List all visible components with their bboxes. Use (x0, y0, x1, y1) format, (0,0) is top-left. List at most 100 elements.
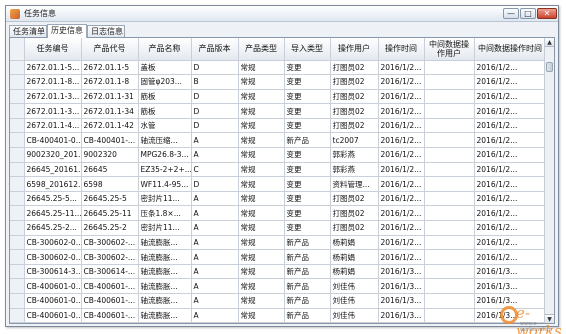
cell-import-type[interactable]: 新产品 (284, 132, 331, 149)
cell-import-type[interactable]: 新产品 (284, 293, 331, 309)
cell-mid-data-time[interactable]: 2016/1/2... (474, 89, 547, 105)
cell-product-code[interactable]: CB-300602-... (81, 235, 139, 251)
cell-product-name[interactable]: MPG26.8-3... (138, 147, 192, 163)
cell-mid-data-time[interactable]: 2016/1/2... (474, 162, 547, 178)
cell-mid-data-time[interactable]: 2016/1/2... (474, 205, 547, 222)
row-header[interactable] (10, 191, 25, 207)
table-row[interactable]: CB-300602-0... CB-300602-... 轴流膨胀... A 常规 新产品… (10, 235, 547, 251)
cell-product-code[interactable]: CB-400601-... (81, 293, 139, 309)
tab-history[interactable]: 历史信息 (47, 24, 87, 38)
row-header[interactable] (10, 176, 25, 192)
tab-log[interactable]: 日志信息 (87, 25, 125, 37)
cell-product-version[interactable]: D (191, 118, 239, 134)
cell-mid-data-time[interactable]: 2016/1/2... (474, 235, 547, 251)
table-row[interactable]: 2672.01.1-8... 2672.01.1-8 固管φ203... B 常规 变更打… (10, 74, 547, 90)
cell-task-id[interactable]: CB-400601-0... (24, 308, 82, 323)
cell-task-id[interactable]: CB-300602-0... (24, 249, 82, 265)
cell-product-type[interactable]: 常规 (238, 293, 285, 309)
row-header[interactable] (10, 74, 25, 90)
cell-operation-time[interactable]: 2016/1/3... (378, 293, 425, 309)
col-header-mid-data-time[interactable]: 中间数据操作时间 (474, 38, 547, 61)
cell-task-id[interactable]: 2672.01.1-4... (24, 118, 82, 134)
cell-operation-time[interactable]: 2016/1/2... (378, 74, 425, 90)
cell-mid-data-operator[interactable] (424, 235, 475, 251)
cell-product-version[interactable]: A (191, 235, 239, 251)
cell-product-name[interactable]: 轴流膨胀... (138, 235, 192, 251)
cell-import-type[interactable]: 变更 (284, 205, 331, 222)
cell-product-name[interactable]: 轴流压缩... (138, 132, 192, 149)
cell-import-type[interactable]: 变更 (284, 118, 331, 134)
cell-operator[interactable]: tc2007 (330, 132, 379, 149)
cell-task-id[interactable]: 2672.01.1-3... (24, 89, 82, 105)
cell-product-type[interactable]: 常规 (238, 162, 285, 178)
cell-mid-data-operator[interactable] (424, 74, 475, 90)
cell-mid-data-operator[interactable] (424, 162, 475, 178)
cell-product-code[interactable]: CB-300602-... (81, 249, 139, 265)
cell-import-type[interactable]: 新产品 (284, 308, 331, 323)
cell-product-name[interactable]: 轴流膨胀... (138, 264, 192, 280)
cell-mid-data-time[interactable]: 2016/1/2... (474, 147, 547, 163)
cell-product-version[interactable]: A (191, 147, 239, 163)
cell-import-type[interactable]: 变更 (284, 103, 331, 119)
cell-import-type[interactable]: 变更 (284, 89, 331, 105)
close-button[interactable]: ✕ (537, 8, 557, 19)
col-header-mid-data-operator[interactable]: 中间数据操作用户 (424, 38, 475, 61)
cell-product-type[interactable]: 常规 (238, 103, 285, 119)
cell-product-type[interactable]: 常规 (238, 176, 285, 192)
table-row[interactable]: 26645.25-11... 26645.25-11 压条1.8×... A 常规 变更打… (10, 205, 547, 222)
cell-product-type[interactable]: 常规 (238, 308, 285, 323)
vertical-scrollbar[interactable]: ▲ ▼ (544, 38, 554, 323)
cell-operation-time[interactable]: 2016/1/2... (378, 89, 425, 105)
cell-import-type[interactable]: 新产品 (284, 249, 331, 265)
col-header-product-code[interactable]: 产品代号 (81, 38, 139, 61)
col-header-operation-time[interactable]: 操作时间 (378, 38, 425, 61)
table-row[interactable]: 26645.25-2... 26645.25-2 密封片11... A 常规 变更 打图员0… (10, 220, 547, 236)
cell-product-version[interactable]: D (191, 176, 239, 192)
table-row[interactable]: CB-300614-3... CB-300614-... 轴流膨胀... A 常规 新产品… (10, 264, 547, 280)
row-header[interactable] (10, 118, 25, 134)
scroll-thumb[interactable] (546, 62, 553, 72)
cell-product-type[interactable]: 常规 (238, 278, 285, 294)
cell-product-version[interactable]: A (191, 293, 239, 309)
cell-task-id[interactable]: CB-300614-3... (24, 264, 82, 280)
cell-operation-time[interactable]: 2016/1/2... (378, 147, 425, 163)
cell-operator[interactable]: 打图员02 (330, 103, 379, 119)
cell-task-id[interactable]: CB-400601-0... (24, 278, 82, 294)
cell-product-version[interactable]: A (191, 264, 239, 280)
cell-product-code[interactable]: CB-300614-... (81, 264, 139, 280)
cell-product-type[interactable]: 常规 (238, 60, 285, 76)
cell-product-type[interactable]: 常规 (238, 191, 285, 207)
col-header-task-id[interactable]: 任务编号 (24, 38, 82, 61)
cell-task-id[interactable]: 6598_201612... (24, 176, 82, 192)
cell-product-name[interactable]: 轴流膨胀... (138, 249, 192, 265)
row-header[interactable] (10, 278, 25, 294)
cell-mid-data-operator[interactable] (424, 147, 475, 163)
cell-product-name[interactable]: 轴流膨胀... (138, 278, 192, 294)
cell-operator[interactable]: 刘佳伟 (330, 293, 379, 309)
cell-mid-data-operator[interactable] (424, 278, 475, 294)
cell-import-type[interactable]: 变更 (284, 74, 331, 90)
col-header-product-name[interactable]: 产品名称 (138, 38, 192, 61)
cell-mid-data-time[interactable]: 2016/1/2... (474, 60, 547, 76)
cell-mid-data-time[interactable]: 2016/1/2... (474, 220, 547, 236)
cell-product-name[interactable]: 筋板 (138, 89, 192, 105)
cell-operation-time[interactable]: 2016/1/2... (378, 220, 425, 236)
row-header[interactable] (10, 103, 25, 119)
cell-task-id[interactable]: CB-300602-0... (24, 235, 82, 251)
cell-product-type[interactable]: 常规 (238, 74, 285, 90)
cell-mid-data-operator[interactable] (424, 103, 475, 119)
maximize-button[interactable]: □ (520, 8, 536, 19)
row-header[interactable] (10, 249, 25, 265)
row-header[interactable] (10, 308, 25, 323)
cell-mid-data-operator[interactable] (424, 89, 475, 105)
table-row[interactable]: 9002320_201... 9002320 MPG26.8-3... A 常规 变更 郭彩… (10, 147, 547, 163)
cell-task-id[interactable]: 26645.25-5... (24, 191, 82, 207)
cell-operator[interactable]: 杨莉娟 (330, 249, 379, 265)
cell-import-type[interactable]: 新产品 (284, 264, 331, 280)
cell-product-code[interactable]: 26645 (81, 162, 139, 178)
cell-product-type[interactable]: 常规 (238, 249, 285, 265)
cell-operator[interactable]: 杨莉娟 (330, 235, 379, 251)
cell-operation-time[interactable]: 2016/1/2... (378, 60, 425, 76)
cell-operator[interactable]: 打图员02 (330, 118, 379, 134)
cell-mid-data-operator[interactable] (424, 249, 475, 265)
